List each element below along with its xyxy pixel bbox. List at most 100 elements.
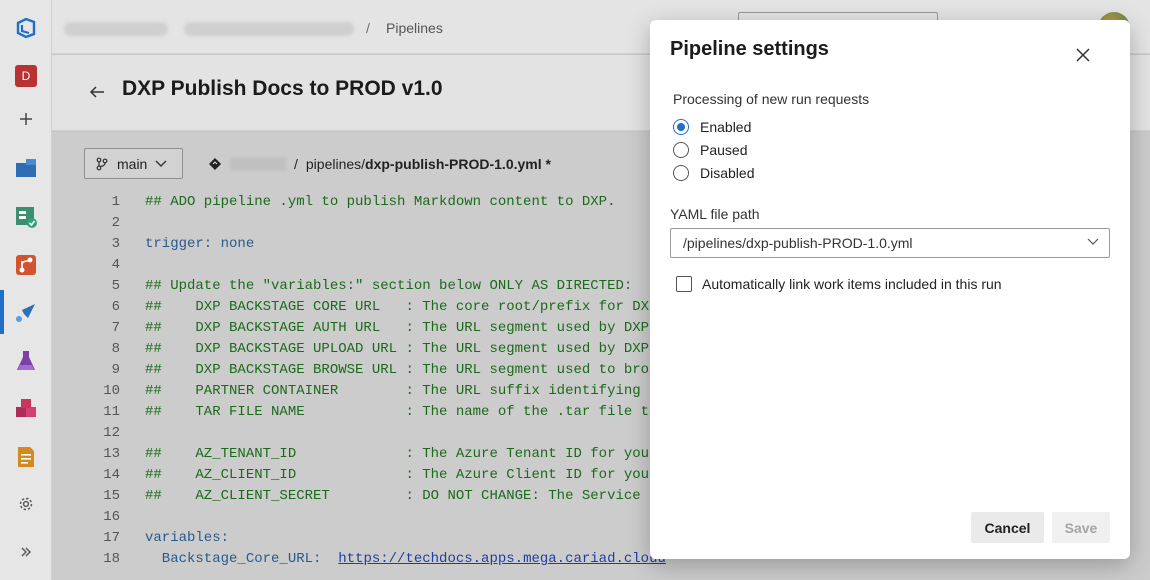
line-content: ## DXP BACKSTAGE UPLOAD URL : The URL se…	[145, 341, 650, 357]
artifacts-icon[interactable]	[14, 397, 38, 421]
pipeline-settings-dialog: Pipeline settings Processing of new run …	[650, 20, 1130, 559]
settings-icon[interactable]	[14, 492, 38, 516]
radio-paused[interactable]: Paused	[673, 142, 747, 158]
code-line[interactable]: 5 ## Update the "variables:" section belo…	[52, 278, 752, 299]
code-line[interactable]: 10 ## PARTNER CONTAINER : The URL suffix …	[52, 383, 752, 404]
cancel-button[interactable]: Cancel	[971, 512, 1044, 543]
line-number: 5	[111, 278, 120, 294]
path-folder: pipelines/	[305, 156, 366, 172]
line-number: 1	[111, 194, 120, 210]
breadcrumb-org-redacted[interactable]	[64, 22, 168, 36]
code-line[interactable]: 9 ## DXP BACKSTAGE BROWSE URL : The URL s…	[52, 362, 752, 383]
code-line[interactable]: 16	[52, 509, 752, 530]
line-text: ## DXP BACKSTAGE BROWSE URL : The URL se…	[145, 362, 649, 378]
radio-button[interactable]	[673, 119, 689, 135]
line-number: 3	[111, 236, 120, 252]
project-avatar-icon[interactable]: D	[14, 64, 38, 88]
line-content: trigger: none	[145, 236, 255, 252]
processing-label: Processing of new run requests	[673, 91, 870, 107]
chevron-down-icon	[155, 160, 167, 167]
line-content: variables:	[145, 530, 230, 546]
radio-enabled[interactable]: Enabled	[673, 119, 751, 135]
radio-label: Disabled	[700, 165, 755, 181]
repos-icon[interactable]	[14, 253, 38, 277]
line-content: ## AZ_CLIENT_ID : The Azure Client ID fo…	[145, 467, 650, 483]
line-content: Backstage_Core_URL:	[145, 551, 339, 567]
search-box[interactable]	[738, 12, 938, 20]
add-icon[interactable]	[14, 107, 38, 131]
wiki-icon[interactable]	[14, 445, 38, 469]
yaml-path-select[interactable]: /pipelines/dxp-publish-PROD-1.0.yml	[670, 228, 1110, 258]
core-url-link[interactable]: https://techdocs.apps.mega.cariad.cloud	[338, 551, 666, 567]
overview-icon[interactable]	[14, 157, 38, 181]
code-line[interactable]: 17 variables:	[52, 530, 752, 551]
breadcrumb-separator: /	[366, 20, 370, 36]
code-line[interactable]: 3 trigger: none	[52, 236, 752, 257]
left-nav-rail: D	[0, 0, 52, 580]
checkbox-box[interactable]	[676, 276, 692, 292]
radio-button[interactable]	[673, 165, 689, 181]
file-path: / pipelines/dxp-publish-PROD-1.0.yml *	[208, 156, 551, 172]
code-line[interactable]: 1 ## ADO pipeline .yml to publish Markdow…	[52, 194, 752, 215]
line-text: ## TAR FILE NAME : The name of the .tar …	[145, 404, 649, 420]
line-text: ## DXP BACKSTAGE CORE URL : The core roo…	[145, 299, 649, 315]
line-number: 13	[103, 446, 120, 462]
code-line[interactable]: 13 ## AZ_TENANT_ID : The Azure Tenant ID …	[52, 446, 752, 467]
line-text: ## PARTNER CONTAINER : The URL suffix id…	[145, 383, 641, 399]
breadcrumb-project-redacted[interactable]	[184, 22, 354, 36]
code-line[interactable]: 12	[52, 425, 752, 446]
code-line[interactable]: 7 ## DXP BACKSTAGE AUTH URL : The URL seg…	[52, 320, 752, 341]
radio-label: Enabled	[700, 119, 752, 135]
azure-devops-logo-icon[interactable]	[14, 16, 38, 40]
code-line[interactable]: 8 ## DXP BACKSTAGE UPLOAD URL : The URL s…	[52, 341, 752, 362]
code-line[interactable]: 18 Backstage_Core_URL: https://techdocs.…	[52, 551, 752, 572]
autolink-work-items-checkbox[interactable]: Automatically link work items included i…	[676, 276, 1002, 292]
code-line[interactable]: 15 ## AZ_CLIENT_SECRET : DO NOT CHANGE: T…	[52, 488, 752, 509]
code-line[interactable]: 6 ## DXP BACKSTAGE CORE URL : The core ro…	[52, 299, 752, 320]
line-text: Backstage_Core_URL: https://techdocs.app…	[145, 551, 666, 567]
save-button[interactable]: Save	[1052, 512, 1110, 543]
close-icon[interactable]	[1074, 46, 1092, 64]
breadcrumb-pipelines[interactable]: Pipelines	[386, 20, 443, 36]
radio-disabled[interactable]: Disabled	[673, 165, 754, 181]
line-text: ## AZ_CLIENT_ID : The Azure Client ID fo…	[145, 467, 649, 483]
active-nav-indicator	[0, 290, 4, 334]
line-number: 16	[103, 509, 120, 525]
back-arrow-icon[interactable]	[88, 83, 106, 101]
code-line[interactable]: 14 ## AZ_CLIENT_ID : The Azure Client ID …	[52, 467, 752, 488]
line-number: 6	[111, 299, 120, 315]
line-number: 7	[111, 320, 120, 336]
branch-selector-button[interactable]: main	[84, 148, 183, 179]
expand-icon[interactable]	[14, 540, 38, 564]
path-file: dxp-publish-PROD-1.0.yml	[365, 156, 542, 172]
line-number: 2	[111, 215, 120, 231]
repo-name-redacted[interactable]	[230, 157, 286, 171]
line-content: ## TAR FILE NAME : The name of the .tar …	[145, 404, 650, 420]
line-content: ## DXP BACKSTAGE CORE URL : The core roo…	[145, 299, 650, 315]
page-title: DXP Publish Docs to PROD v1.0	[122, 77, 443, 100]
radio-button[interactable]	[673, 142, 689, 158]
yaml-path-label: YAML file path	[670, 206, 760, 222]
line-number: 9	[111, 362, 120, 378]
yaml-path-value: /pipelines/dxp-publish-PROD-1.0.yml	[683, 235, 913, 251]
path-text: pipelines/dxp-publish-PROD-1.0.yml *	[306, 156, 551, 172]
line-content: ## PARTNER CONTAINER : The URL suffix id…	[145, 383, 641, 399]
path-separator: /	[294, 156, 298, 172]
line-number: 18	[103, 551, 120, 567]
code-line[interactable]: 4	[52, 257, 752, 278]
code-line[interactable]: 2	[52, 215, 752, 236]
repo-icon	[209, 158, 221, 170]
test-plans-icon[interactable]	[14, 349, 38, 373]
boards-icon[interactable]	[14, 205, 38, 229]
line-content: ## DXP BACKSTAGE AUTH URL : The URL segm…	[145, 320, 650, 336]
line-content: ## AZ_CLIENT_SECRET : DO NOT CHANGE: The…	[145, 488, 641, 504]
line-number: 15	[103, 488, 120, 504]
project-avatar-letter: D	[15, 65, 37, 87]
dialog-title: Pipeline settings	[670, 38, 829, 60]
line-number: 8	[111, 341, 120, 357]
code-line[interactable]: 11 ## TAR FILE NAME : The name of the .ta…	[52, 404, 752, 425]
line-content: ## ADO pipeline .yml to publish Markdown…	[145, 194, 616, 210]
pipelines-icon[interactable]	[14, 300, 38, 324]
radio-label: Paused	[700, 142, 748, 158]
chevron-down-icon	[1087, 238, 1099, 245]
